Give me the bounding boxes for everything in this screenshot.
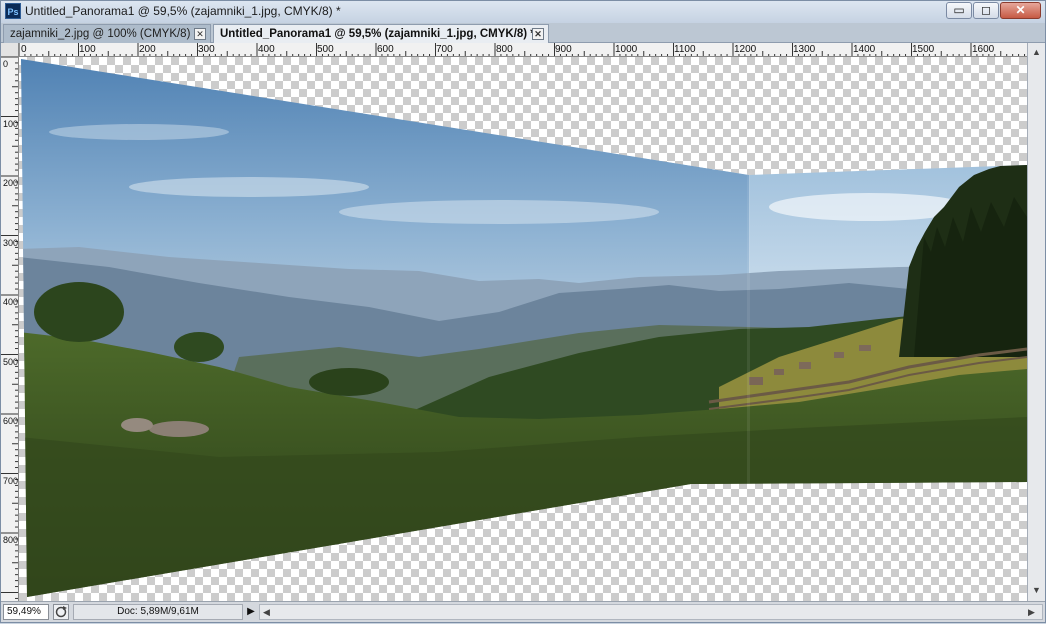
ruler-origin[interactable] [1,43,19,57]
ruler-label: 0 [21,44,27,55]
document-canvas[interactable] [19,57,1027,601]
tab-close-icon[interactable]: ✕ [194,28,206,40]
scroll-down-icon[interactable]: ▼ [1032,583,1041,597]
ruler-label: 1100 [674,44,696,55]
ruler-label: 200 [139,44,156,55]
maximize-icon: ◻ [981,3,991,17]
ruler-label: 800 [3,535,18,545]
photoshop-window: Ps Untitled_Panorama1 @ 59,5% (zajamniki… [0,0,1046,623]
ruler-label: 1400 [853,44,876,55]
window-title: Untitled_Panorama1 @ 59,5% (zajamniki_1.… [25,4,341,18]
ruler-label: 1600 [972,44,995,55]
scroll-up-icon[interactable]: ▲ [1032,45,1041,59]
ruler-label: 600 [3,416,18,426]
tab-label: zajamniki_2.jpg @ 100% (CMYK/8) [10,28,191,40]
ruler-label: 800 [496,44,513,55]
ruler-label: 400 [258,44,275,55]
status-bar: 59,49% Doc: 5,89M/9,61M ▶ ◀ ▶ [1,601,1045,622]
ruler-label: 500 [317,44,334,55]
tab-zajamniki-2[interactable]: zajamniki_2.jpg @ 100% (CMYK/8) ✕ [3,24,211,43]
document-tab-bar: zajamniki_2.jpg @ 100% (CMYK/8) ✕ Untitl… [1,23,1045,43]
scroll-left-icon[interactable]: ◀ [263,605,270,619]
minimize-button[interactable]: ▭ [946,2,972,19]
ruler-label: 600 [377,44,394,55]
horizontal-scrollbar[interactable]: ◀ ▶ [259,604,1043,620]
ruler-label: 700 [3,476,18,486]
ruler-label: 300 [3,238,18,248]
tab-close-icon[interactable]: ✕ [532,28,544,40]
status-menu-arrow-icon[interactable]: ▶ [244,604,258,620]
ruler-label: 1500 [912,44,935,55]
panorama-image [21,59,1027,597]
ruler-label: 1200 [734,44,757,55]
ruler-label: 1300 [793,44,816,55]
scroll-right-icon[interactable]: ▶ [1028,605,1035,619]
ruler-label: 300 [198,44,215,55]
vertical-scrollbar[interactable]: ▲ ▼ [1027,43,1045,601]
horizontal-ruler-ticks: 0 100 200 300 400 500 600 700 800 900 10… [19,43,1026,56]
title-bar[interactable]: Ps Untitled_Panorama1 @ 59,5% (zajamniki… [1,1,1045,23]
ruler-label: 900 [555,44,572,55]
vertical-ruler-ticks: 0 100 200 300 400 500 600 700 800 [1,57,18,599]
tab-label: Untitled_Panorama1 @ 59,5% (zajamniki_1.… [220,28,535,40]
vertical-ruler[interactable]: 0 100 200 300 400 500 600 700 800 [1,57,19,601]
ruler-label: 200 [3,178,18,188]
ruler-label: 0 [3,59,8,69]
zoom-level-field[interactable]: 59,49% [3,604,49,620]
ruler-label: 1000 [615,44,638,55]
refresh-icon [55,606,67,618]
close-icon: ✕ [1015,3,1026,17]
maximize-button[interactable]: ◻ [973,2,999,19]
ruler-label: 400 [3,297,18,307]
ruler-label: 700 [436,44,453,55]
photoshop-logo-icon: Ps [5,3,21,19]
horizontal-ruler[interactable]: 0 100 200 300 400 500 600 700 800 900 10… [19,43,1027,57]
ruler-label: 500 [3,357,18,367]
minimize-icon: ▭ [953,3,965,17]
ruler-label: 100 [3,119,18,129]
status-info-button[interactable] [53,604,69,620]
close-window-button[interactable]: ✕ [1000,2,1041,19]
tab-untitled-panorama1[interactable]: Untitled_Panorama1 @ 59,5% (zajamniki_1.… [213,24,549,43]
document-size-info: Doc: 5,89M/9,61M [73,604,243,620]
ruler-label: 100 [79,44,96,55]
